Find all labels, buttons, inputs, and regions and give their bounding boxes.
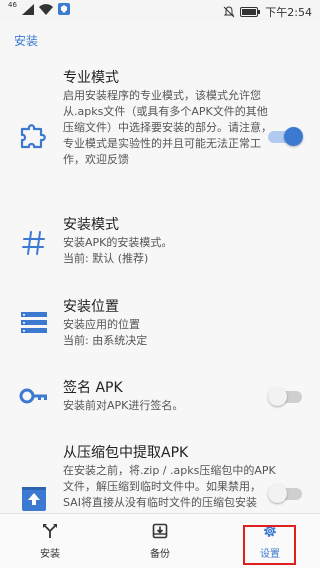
archive-upload-icon	[22, 487, 46, 511]
battery-icon	[240, 7, 261, 17]
mute-icon	[223, 6, 235, 18]
clock: 下午2:54	[265, 6, 312, 19]
nav-backup[interactable]: 备份	[130, 514, 190, 568]
setting-title: 从压缩包中提取APK	[63, 445, 189, 461]
app-bar: 安装	[0, 22, 320, 58]
status-bar: 46 下午2:54	[0, 0, 320, 22]
puzzle-icon	[20, 124, 46, 149]
extract-apk-toggle[interactable]	[268, 483, 302, 503]
pro-mode-toggle[interactable]	[268, 126, 303, 146]
setting-install-location[interactable]: 安装位置 安装应用的位置 当前: 由系统决定	[0, 295, 320, 355]
setting-description: 启用安装程序的专业模式，该模式允许您从.apks文件（或具有多个APK文件的其他…	[63, 89, 272, 166]
setting-description: 安装前对APK进行签名。	[63, 399, 184, 412]
nav-label: 安装	[40, 549, 60, 560]
storage-icon	[21, 312, 47, 333]
setting-extract-apk[interactable]: 从压缩包中提取APK 在安装之前，将.zip / .apks压缩包中的APK文件…	[0, 443, 320, 513]
wifi-icon	[38, 3, 53, 15]
setting-title: 签名 APK	[63, 380, 123, 396]
nav-label: 备份	[150, 549, 170, 560]
nav-install[interactable]: 安装	[20, 514, 80, 568]
split-arrow-icon	[43, 524, 57, 538]
page-title: 安装	[14, 34, 39, 48]
setting-install-mode[interactable]: 安装模式 安装APK的安装模式。 当前: 默认 (推荐)	[0, 213, 320, 273]
setting-pro-mode[interactable]: 专业模式 启用安装程序的专业模式，该模式允许您从.apks文件（或具有多个APK…	[0, 68, 320, 218]
setting-sign-apk[interactable]: 签名 APK 安装前对APK进行签名。	[0, 376, 320, 421]
setting-description: 安装应用的位置	[63, 318, 140, 331]
carrier-label: 46	[8, 1, 17, 9]
settings-list: 专业模式 启用安装程序的专业模式，该模式允许您从.apks文件（或具有多个APK…	[0, 58, 320, 513]
notification-icon	[57, 3, 70, 15]
highlight-box	[243, 525, 296, 565]
signal-icon	[21, 3, 34, 15]
setting-description: 在安装之前，将.zip / .apks压缩包中的APK文件，解压缩到临时文件中。…	[63, 464, 276, 513]
backup-box-icon	[152, 523, 168, 539]
setting-current-value: 当前: 由系统决定	[63, 334, 148, 347]
setting-title: 安装位置	[63, 299, 119, 315]
sign-apk-toggle[interactable]	[268, 386, 302, 406]
setting-current-value: 当前: 默认 (推荐)	[63, 252, 149, 265]
setting-title: 专业模式	[63, 70, 119, 86]
key-icon	[19, 388, 47, 404]
hash-icon	[22, 231, 45, 255]
setting-description: 安装APK的安装模式。	[63, 236, 173, 249]
setting-title: 安装模式	[63, 217, 119, 233]
